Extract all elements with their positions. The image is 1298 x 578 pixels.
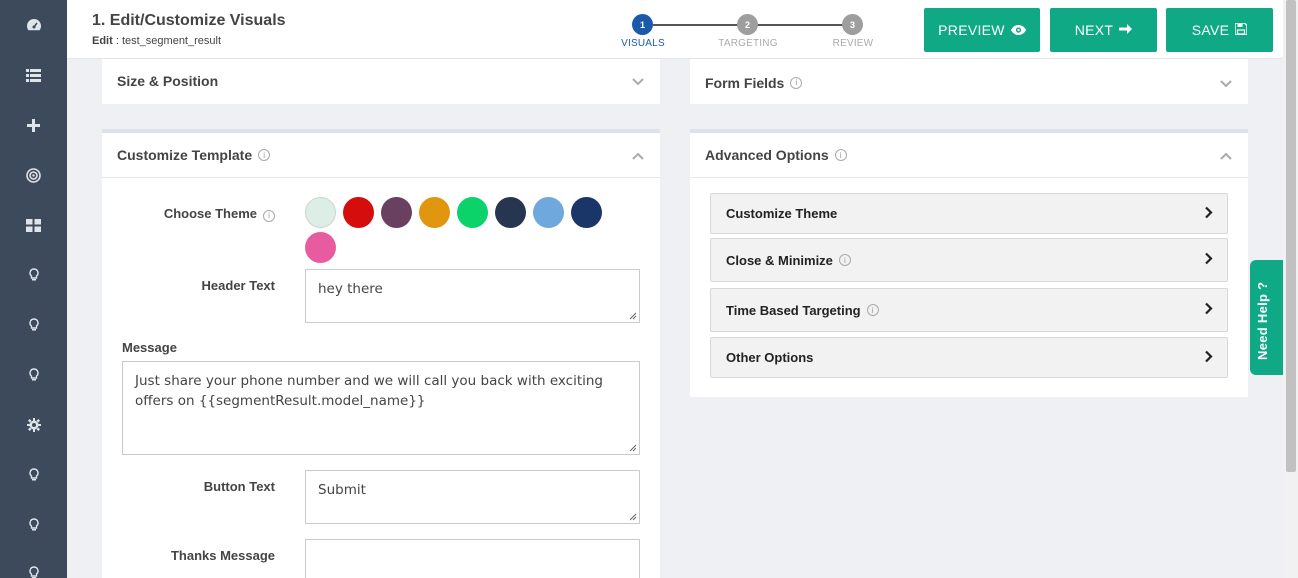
dashboard-icon[interactable] [0, 5, 67, 45]
grid-icon[interactable] [0, 205, 67, 245]
plus-icon[interactable] [0, 105, 67, 145]
theme-swatch[interactable] [533, 197, 564, 228]
advanced-options-panel: Advanced Options i Customize Theme Close… [690, 129, 1248, 397]
save-label: SAVE [1191, 22, 1230, 38]
lightbulb-icon[interactable] [0, 355, 67, 395]
theme-swatch[interactable] [571, 197, 602, 228]
theme-swatch[interactable] [305, 232, 336, 263]
lightbulb-icon[interactable] [0, 553, 67, 578]
info-icon[interactable]: i [790, 76, 803, 89]
segment-name: : test_segment_result [112, 35, 222, 47]
save-button[interactable]: SAVE [1166, 8, 1273, 52]
page-title: 1. Edit/Customize Visuals [92, 12, 286, 29]
size-position-header[interactable]: Size & Position [102, 59, 660, 103]
thanks-message-label: Thanks Message [170, 548, 275, 563]
chevron-up-icon[interactable] [632, 147, 644, 163]
advanced-options-title: Advanced Options [705, 147, 829, 163]
resize-grip-icon[interactable] [629, 444, 637, 452]
other-options-label: Other Options [726, 350, 814, 365]
customize-template-panel: Customize Template i Choose Theme i Heade… [102, 129, 660, 578]
theme-swatch[interactable] [381, 197, 412, 228]
time-based-targeting-row[interactable]: Time Based Targeting i [710, 288, 1228, 332]
info-icon[interactable]: i [866, 304, 879, 316]
chevron-up-icon[interactable] [1220, 147, 1232, 163]
info-icon[interactable]: i [263, 209, 275, 222]
customize-theme-row[interactable]: Customize Theme [710, 193, 1228, 234]
close-minimize-label: Close & Minimize [726, 252, 833, 268]
header-text-input[interactable]: hey there [305, 269, 640, 323]
preview-label: PREVIEW [938, 22, 1005, 38]
header-text-label: Header Text [201, 278, 275, 293]
arrow-right-icon [1119, 22, 1133, 38]
chevron-right-icon [1205, 206, 1213, 221]
step-2-label[interactable]: TARGETING [708, 38, 788, 49]
step-3-label[interactable]: REVIEW [813, 38, 893, 49]
button-text-input[interactable]: Submit [305, 470, 640, 524]
form-fields-header[interactable]: Form Fields i [690, 59, 1248, 103]
theme-swatch[interactable] [495, 197, 526, 228]
resize-grip-icon[interactable] [629, 312, 637, 320]
lightbulb-icon[interactable] [0, 305, 67, 345]
time-based-targeting-label: Time Based Targeting [726, 302, 861, 318]
message-textarea[interactable]: Just share your phone number and we will… [122, 361, 640, 455]
edit-label: Edit [92, 35, 113, 47]
gear-icon[interactable] [0, 405, 67, 445]
message-value: Just share your phone number and we will… [135, 373, 603, 409]
target-icon[interactable] [0, 155, 67, 195]
next-label: NEXT [1074, 22, 1114, 38]
chevron-right-icon [1205, 302, 1213, 318]
next-button[interactable]: NEXT [1050, 8, 1157, 52]
header-text-value: hey there [318, 281, 383, 297]
message-label: Message [122, 340, 177, 355]
page-subtitle: Edit : test_segment_result [92, 35, 221, 47]
resize-grip-icon[interactable] [629, 513, 637, 521]
step-1-circle[interactable]: 1 [632, 14, 653, 35]
size-position-panel[interactable]: Size & Position [102, 59, 660, 104]
info-icon[interactable]: i [838, 254, 851, 266]
other-options-row[interactable]: Other Options [710, 337, 1228, 378]
info-icon[interactable]: i [834, 149, 847, 161]
theme-swatch[interactable] [457, 197, 488, 228]
theme-swatch[interactable] [419, 197, 450, 228]
list-icon[interactable] [0, 55, 67, 95]
customize-theme-label: Customize Theme [726, 206, 838, 221]
step-connector [757, 24, 852, 26]
customize-template-title: Customize Template [117, 147, 253, 163]
size-position-title: Size & Position [117, 73, 219, 89]
step-connector [653, 24, 748, 26]
floppy-disk-icon [1234, 22, 1248, 38]
top-bar: 1. Edit/Customize Visuals Edit : test_se… [67, 0, 1283, 59]
button-text-label: Button Text [203, 479, 275, 494]
sidebar [0, 0, 67, 578]
lightbulb-icon[interactable] [0, 455, 67, 495]
advanced-options-header[interactable]: Advanced Options i [690, 133, 1248, 177]
panel-divider [690, 177, 1248, 178]
info-icon[interactable]: i [258, 149, 271, 161]
need-help-label[interactable]: Need Help ? [1255, 260, 1270, 360]
lightbulb-icon[interactable] [0, 505, 67, 545]
step-1-label[interactable]: VISUALS [603, 38, 683, 49]
step-3-circle[interactable]: 3 [842, 14, 863, 35]
eye-icon [1010, 22, 1026, 38]
lightbulb-icon[interactable] [0, 255, 67, 295]
customize-template-header[interactable]: Customize Template i [102, 133, 660, 177]
theme-swatch[interactable] [305, 197, 336, 228]
close-minimize-row[interactable]: Close & Minimize i [710, 238, 1228, 282]
form-fields-title: Form Fields [705, 74, 785, 91]
chevron-down-icon[interactable] [632, 73, 644, 89]
panel-divider [102, 177, 660, 178]
step-2-circle[interactable]: 2 [737, 14, 758, 35]
choose-theme-label: Choose Theme i [142, 206, 275, 222]
chevron-right-icon [1205, 350, 1213, 365]
button-text-value: Submit [318, 482, 366, 498]
choose-theme-text: Choose Theme [163, 206, 257, 221]
form-fields-panel[interactable]: Form Fields i [690, 59, 1248, 104]
scrollbar-thumb[interactable] [1286, 0, 1296, 472]
thanks-message-input[interactable] [305, 539, 640, 578]
chevron-right-icon [1205, 252, 1213, 268]
preview-button[interactable]: PREVIEW [924, 8, 1040, 52]
theme-swatch[interactable] [343, 197, 374, 228]
chevron-down-icon[interactable] [1220, 75, 1232, 91]
